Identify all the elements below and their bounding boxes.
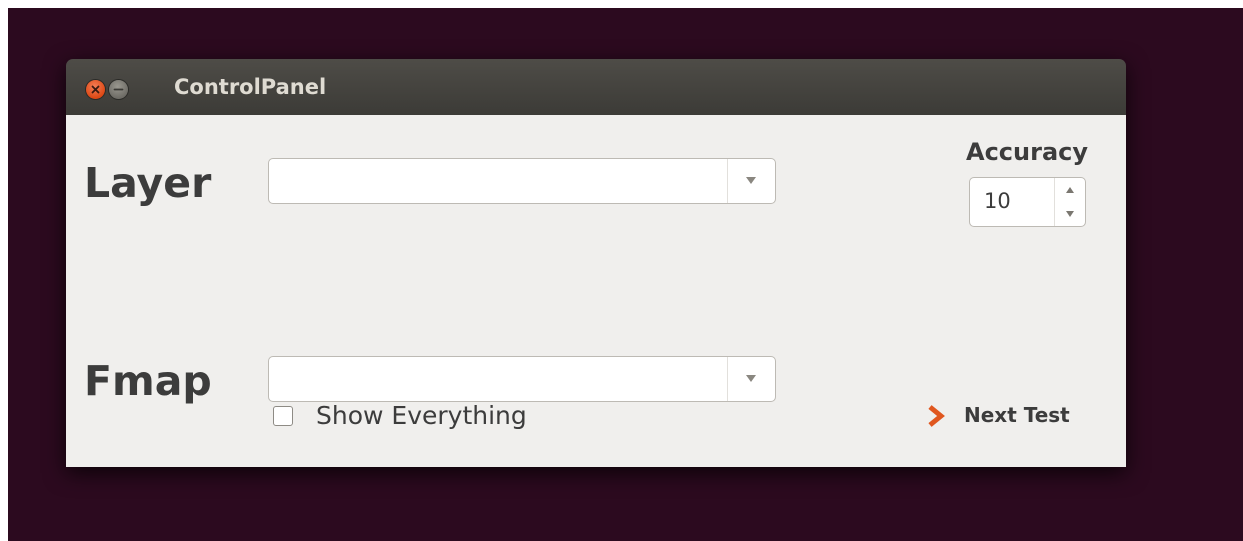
show-everything-label[interactable]: Show Everything (316, 401, 527, 430)
next-test-button[interactable]: Next Test (926, 395, 1086, 435)
accuracy-decrement-button[interactable] (1055, 202, 1085, 226)
next-test-label: Next Test (964, 403, 1070, 427)
layer-dropdown-button[interactable] (727, 159, 775, 203)
dropdown-arrow-icon (746, 375, 756, 382)
dropdown-arrow-icon (746, 177, 756, 184)
layer-label: Layer (84, 159, 212, 207)
accuracy-value[interactable]: 10 (984, 189, 1011, 213)
spin-down-icon (1066, 211, 1074, 217)
close-icon (91, 85, 100, 94)
fmap-dropdown-button[interactable] (727, 357, 775, 401)
close-button[interactable] (86, 80, 105, 99)
title-bar[interactable]: ControlPanel (66, 59, 1126, 115)
chevron-right-icon (928, 405, 945, 427)
fmap-label: Fmap (84, 357, 212, 405)
accuracy-increment-button[interactable] (1055, 178, 1085, 202)
window-title: ControlPanel (174, 75, 327, 99)
accuracy-label: Accuracy (966, 138, 1089, 166)
show-everything-checkbox[interactable] (273, 406, 293, 426)
control-panel-window: ControlPanel Layer Fmap Accuracy 10 Show… (66, 59, 1126, 467)
layer-dropdown[interactable] (268, 158, 776, 204)
spin-up-icon (1066, 187, 1074, 193)
minimize-icon (113, 88, 124, 91)
control-panel-content: Layer Fmap Accuracy 10 Show Everything N… (66, 115, 1126, 467)
fmap-dropdown[interactable] (268, 356, 776, 402)
accuracy-spin-buttons (1054, 178, 1085, 226)
accuracy-spinbox[interactable]: 10 (969, 177, 1086, 227)
minimize-button[interactable] (109, 80, 128, 99)
